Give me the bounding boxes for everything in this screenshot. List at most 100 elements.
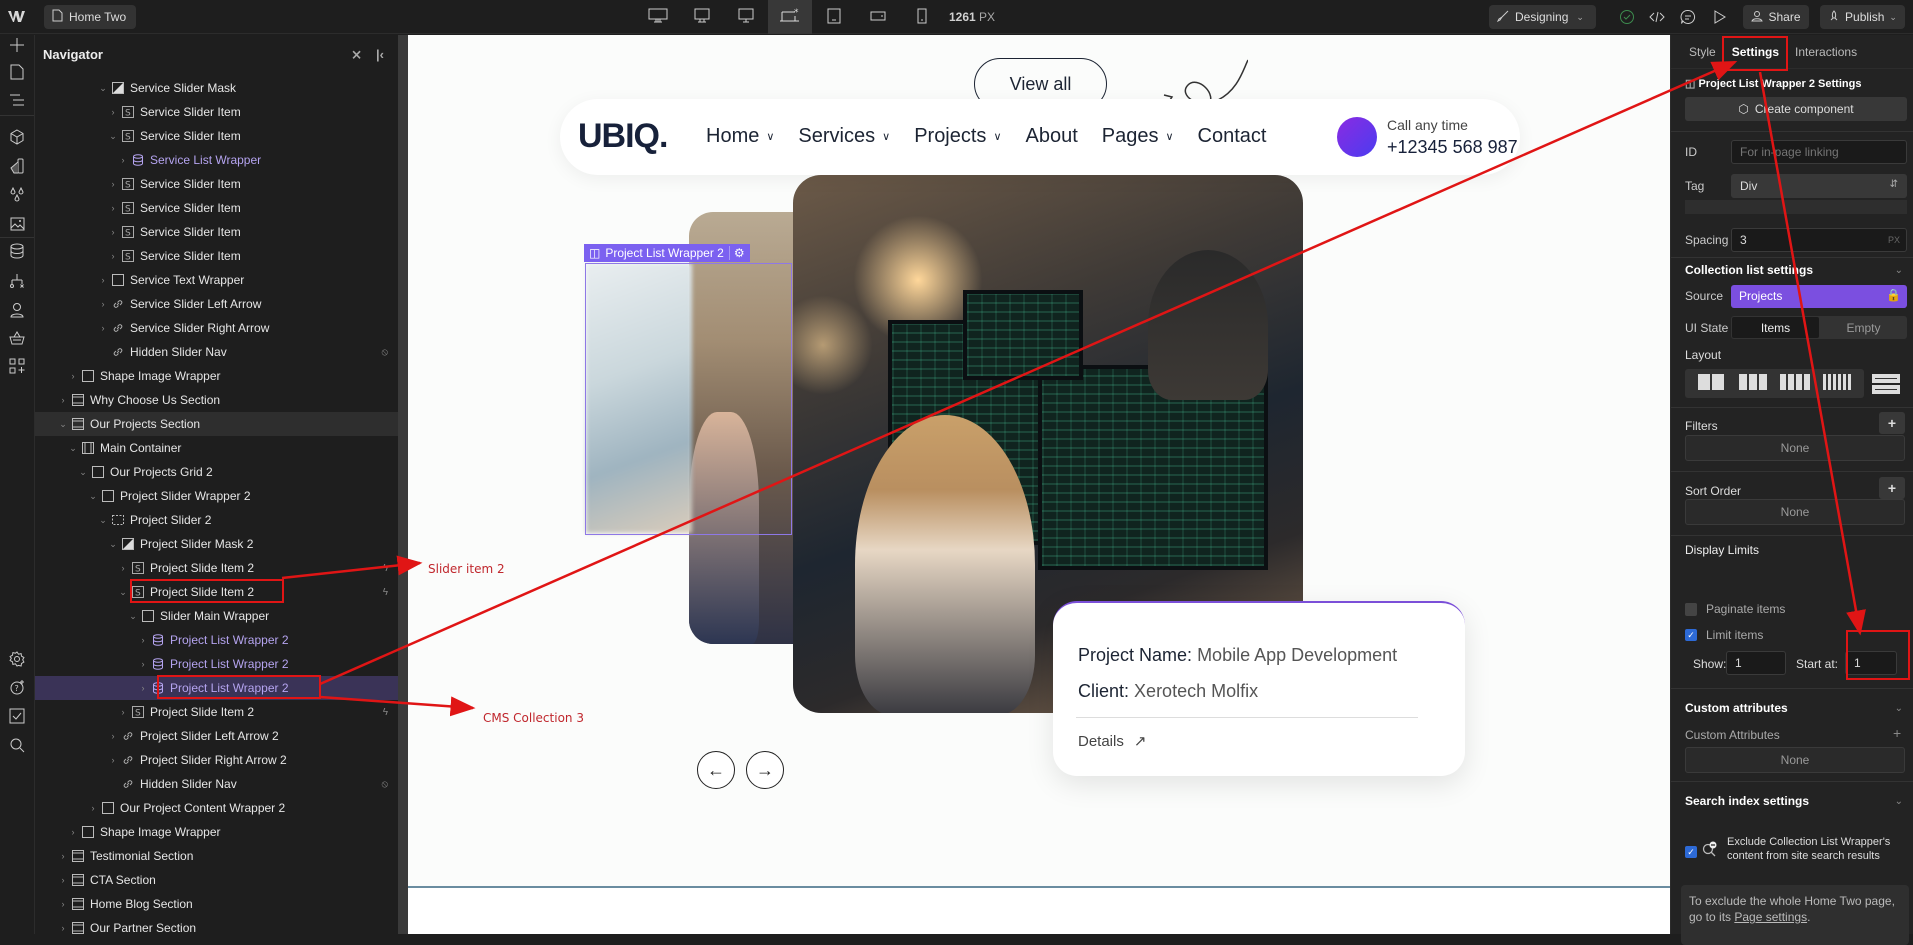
breakpoint-desktop-base[interactable]: * [768,0,812,34]
code-icon[interactable] [1649,9,1665,25]
caret-right-icon[interactable]: › [117,155,129,165]
navigator-row[interactable]: › Project List Wrapper 2 [35,652,398,676]
navigator-row[interactable]: ⌄ S Service Slider Item [35,124,398,148]
show-input[interactable]: 1 [1726,651,1786,675]
filters-none[interactable]: None [1685,435,1905,461]
design-canvas[interactable]: View all ◫ Project List Wrapper 2 ⚙ UBIQ… [408,35,1670,934]
site-menu-item[interactable]: Contact [1198,125,1267,148]
breakpoint-mobile-landscape[interactable] [856,0,900,34]
caret-right-icon[interactable]: › [107,107,119,117]
webflow-logo-icon[interactable] [8,9,28,25]
navigator-row[interactable]: › S Project Slide Item 2 ϟ [35,556,398,580]
caret-right-icon[interactable]: › [107,731,119,741]
id-input[interactable] [1731,140,1907,164]
breakpoint-mobile-portrait[interactable] [900,0,944,34]
navigator-row[interactable]: ⌄ Our Projects Section [35,412,398,436]
navigator-row[interactable]: › Why Choose Us Section [35,388,398,412]
layout-2-col-icon[interactable] [1697,374,1726,393]
navigator-row[interactable]: ⌄ Our Projects Grid 2 [35,460,398,484]
site-menu-item[interactable]: Home ∨ [706,125,774,148]
caret-right-icon[interactable]: › [97,299,109,309]
navigator-row[interactable]: ⌄ Project Slider Mask 2 [35,532,398,556]
navigator-row[interactable]: › Our Project Content Wrapper 2 [35,796,398,820]
caret-right-icon[interactable]: › [137,659,149,669]
caret-right-icon[interactable]: › [107,203,119,213]
navigator-row[interactable]: › S Service Slider Item [35,196,398,220]
chevron-down-icon[interactable]: ⌄ [1895,703,1903,714]
navigator-row[interactable]: › Service Slider Right Arrow [35,316,398,340]
navigator-row[interactable]: › Our Partner Section [35,916,398,940]
caret-down-icon[interactable]: ⌄ [117,587,129,598]
navigator-row[interactable]: › Home Blog Section [35,892,398,916]
navigator-row[interactable]: ⌄ Project Slider Wrapper 2 [35,484,398,508]
caret-right-icon[interactable]: › [97,275,109,285]
add-filter-button[interactable]: + [1879,412,1905,434]
details-link[interactable]: Details ↗ [1078,732,1146,751]
help-ai-icon[interactable]: ? [7,677,27,697]
breakpoint-desktop-l[interactable] [724,0,768,34]
site-logo[interactable]: UBIQ. [578,117,668,156]
navigator-row[interactable]: Hidden Slider Nav ⦸ [35,340,398,364]
navigator-icon[interactable] [7,90,27,110]
site-menu-item[interactable]: About [1026,125,1078,148]
navigator-row[interactable]: › Project Slider Left Arrow 2 [35,724,398,748]
ui-state-empty[interactable]: Empty [1820,316,1907,339]
caret-down-icon[interactable]: ⌄ [97,515,109,526]
style-selectors-icon[interactable] [7,156,27,176]
audit-checkbox-icon[interactable] [7,706,27,726]
caret-right-icon[interactable]: › [67,371,79,381]
navigator-row[interactable]: › Service List Wrapper [35,148,398,172]
caret-right-icon[interactable]: › [57,395,69,405]
caret-right-icon[interactable]: › [117,707,129,717]
exclude-search-checkbox[interactable]: ✓ [1685,846,1697,858]
caret-down-icon[interactable]: ⌄ [127,611,139,622]
breakpoint-desktop-xxl[interactable] [636,0,680,34]
site-menu-item[interactable]: Pages ∨ [1102,125,1174,148]
caret-down-icon[interactable]: ⌄ [87,491,99,502]
caret-down-icon[interactable]: ⌄ [97,83,109,94]
add-element-icon[interactable] [7,35,27,55]
navigator-row[interactable]: › Shape Image Wrapper [35,364,398,388]
users-icon[interactable] [7,300,27,320]
navigator-row[interactable]: Hidden Slider Nav ⦸ [35,772,398,796]
variables-drops-icon[interactable] [7,185,27,205]
caret-right-icon[interactable]: › [57,851,69,861]
navigator-row[interactable]: › CTA Section [35,868,398,892]
comment-icon[interactable] [1680,9,1696,25]
navigator-row[interactable]: › Project Slider Right Arrow 2 [35,748,398,772]
canvas-width-readout[interactable]: 1261 PX [949,10,995,24]
navigator-row[interactable]: ⌄ Service Slider Mask [35,76,398,100]
layout-4-col-icon[interactable] [1780,374,1811,393]
site-menu-item[interactable]: Projects ∨ [914,125,1001,148]
navigator-row[interactable]: › Project List Wrapper 2 [35,628,398,652]
breakpoint-desktop-xl[interactable] [680,0,724,34]
create-component-button[interactable]: ⬡ Create component [1685,97,1907,121]
source-field[interactable]: Projects 🔒 [1731,285,1907,308]
limit-items-checkbox[interactable]: ✓ [1685,629,1697,641]
status-check-icon[interactable] [1619,9,1635,25]
breakpoint-tablet[interactable] [812,0,856,34]
publish-button[interactable]: Publish ⌄ [1820,5,1905,29]
tag-select[interactable]: Div ⇵ [1731,174,1907,198]
caret-right-icon[interactable]: › [57,923,69,933]
preview-play-icon[interactable] [1711,9,1727,25]
paginate-checkbox[interactable] [1685,603,1697,615]
caret-right-icon[interactable]: › [57,875,69,885]
slider-left-arrow-button[interactable]: ← [697,751,735,789]
page-selector[interactable]: Home Two [44,5,137,29]
caret-right-icon[interactable]: › [107,251,119,261]
caret-right-icon[interactable]: › [107,227,119,237]
cms-database-icon[interactable] [7,241,27,261]
search-icon[interactable] [7,735,27,755]
layout-6-col-icon[interactable] [1823,374,1852,393]
mode-dropdown[interactable]: Designing ⌄ [1489,5,1596,29]
collection-settings-title[interactable]: Collection list settings [1685,263,1813,277]
collapse-all-icon[interactable]: ⨯ [351,47,362,63]
chevron-down-icon[interactable]: ⌄ [1895,796,1903,807]
ui-state-items[interactable]: Items [1732,317,1819,338]
pages-icon[interactable] [7,62,27,82]
slider-right-arrow-button[interactable]: → [746,751,784,789]
spacing-input[interactable]: 3 PX [1731,228,1907,252]
caret-right-icon[interactable]: › [97,323,109,333]
selected-element-tag[interactable]: ◫ Project List Wrapper 2 ⚙ [584,244,750,262]
